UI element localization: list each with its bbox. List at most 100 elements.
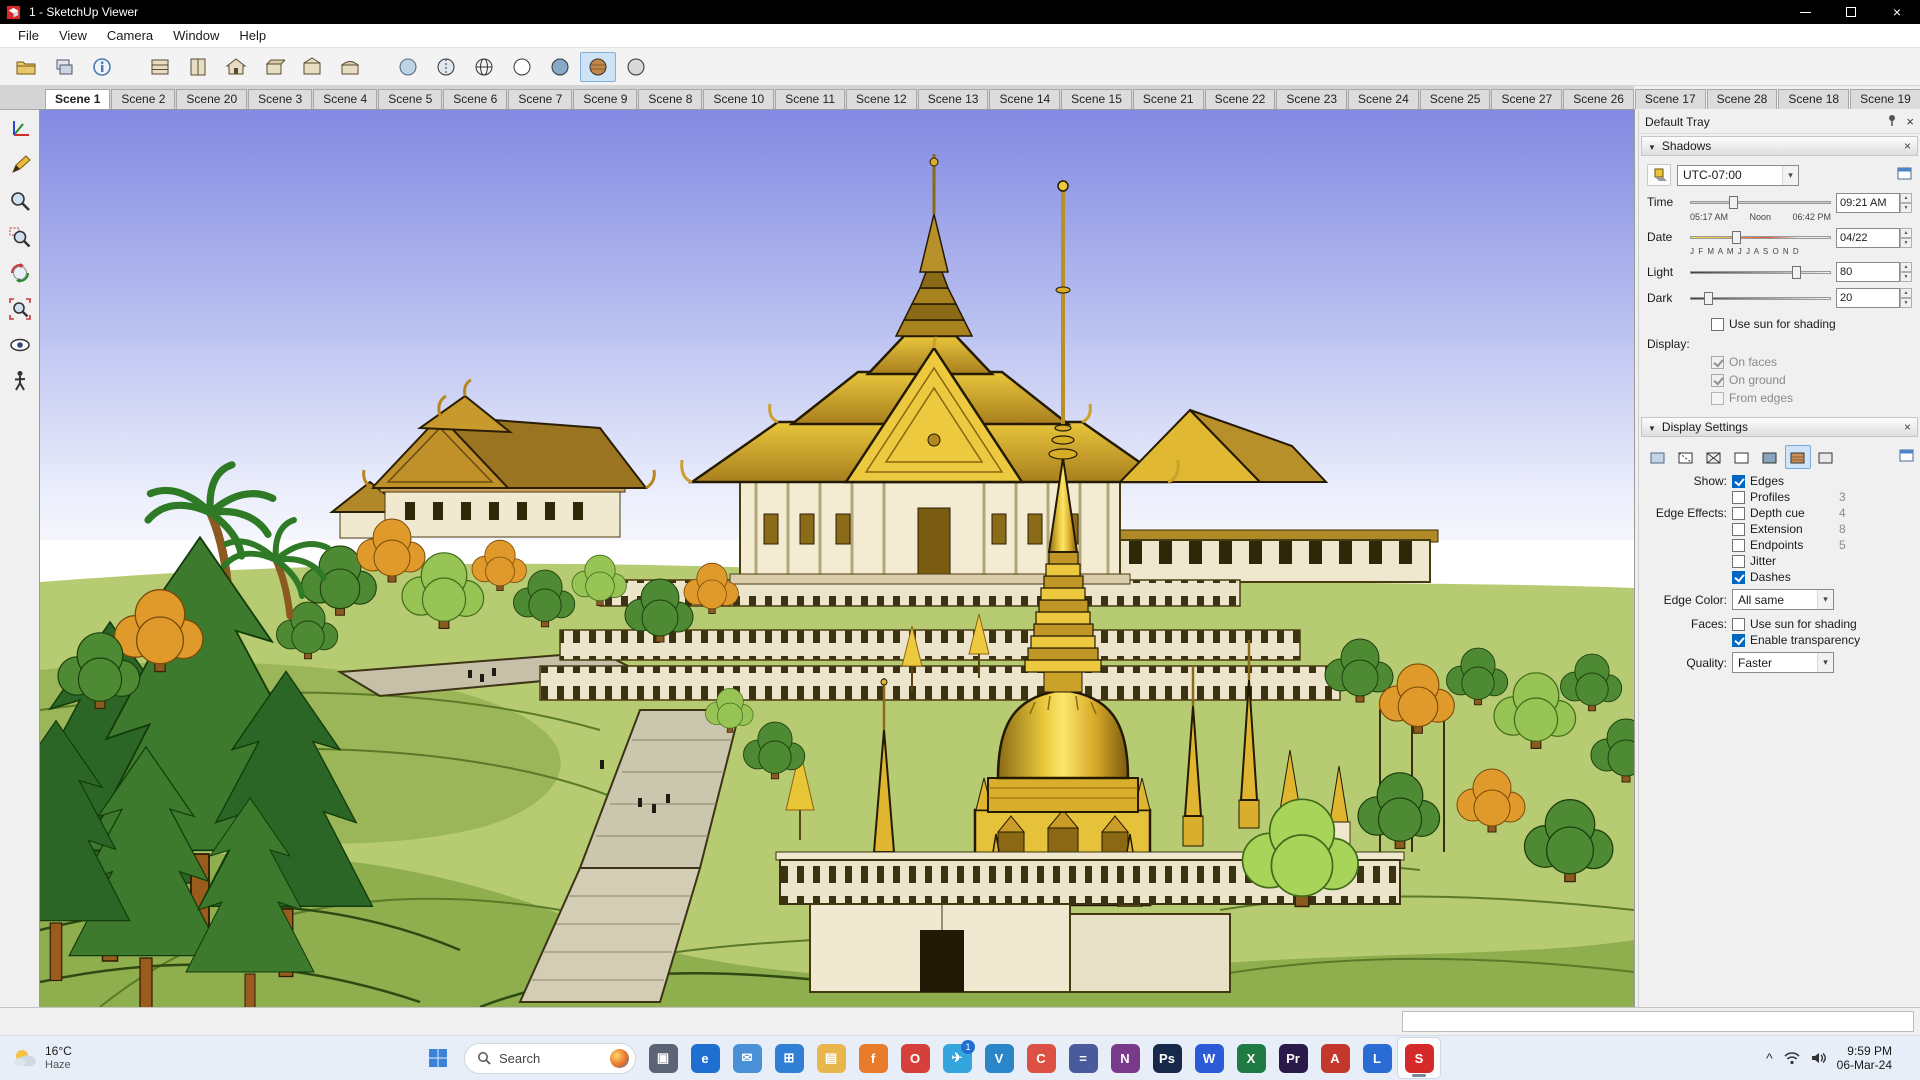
taskbar-clock[interactable]: 9:59 PM 06-Mar-24 bbox=[1837, 1044, 1892, 1073]
taskbar-weather-widget[interactable]: 16°C Haze bbox=[0, 1044, 150, 1071]
scene-tab[interactable]: Scene 10 bbox=[703, 89, 775, 109]
scene-tab[interactable]: Scene 25 bbox=[1419, 89, 1491, 109]
pencil-tool-icon[interactable] bbox=[3, 150, 37, 180]
style-shaded-textures-button[interactable] bbox=[580, 51, 616, 82]
light-slider-handle[interactable] bbox=[1791, 266, 1801, 279]
open-file-button[interactable] bbox=[8, 52, 44, 82]
use-sun-shading-checkbox[interactable] bbox=[1711, 317, 1724, 331]
enable-transparency-checkbox[interactable] bbox=[1732, 633, 1745, 647]
display-settings-close-icon[interactable]: × bbox=[1904, 420, 1911, 434]
pin-icon[interactable] bbox=[1886, 114, 1898, 129]
wifi-icon[interactable] bbox=[1783, 1051, 1801, 1065]
profiles-checkbox[interactable] bbox=[1732, 490, 1745, 504]
menu-item[interactable]: View bbox=[49, 26, 97, 45]
time-slider[interactable] bbox=[1690, 193, 1831, 211]
taskbar-app-icon[interactable]: ▣ bbox=[642, 1038, 684, 1078]
close-button[interactable]: × bbox=[1874, 0, 1920, 24]
scene-tab[interactable]: Scene 2 bbox=[111, 89, 176, 109]
scene-tab[interactable]: Scene 15 bbox=[1061, 89, 1132, 109]
light-slider[interactable] bbox=[1690, 263, 1831, 281]
menu-item[interactable]: Window bbox=[163, 26, 229, 45]
date-slider-handle[interactable] bbox=[1732, 231, 1742, 244]
maximize-button[interactable] bbox=[1828, 0, 1874, 24]
taskbar-app-icon[interactable]: V bbox=[978, 1038, 1020, 1078]
scene-tab[interactable]: Scene 20 bbox=[176, 89, 248, 109]
taskbar-app-icon[interactable]: S bbox=[1397, 1037, 1441, 1079]
quality-select[interactable]: Faster bbox=[1732, 652, 1834, 673]
dark-input[interactable]: 20 bbox=[1836, 288, 1900, 308]
axes-tool-icon[interactable] bbox=[3, 114, 37, 144]
style-shaded-textures-button[interactable] bbox=[1785, 445, 1811, 469]
from-edges-checkbox[interactable] bbox=[1711, 391, 1724, 405]
time-slider-handle[interactable] bbox=[1729, 196, 1739, 209]
style-xray-button[interactable] bbox=[390, 52, 426, 82]
taskbar-app-icon[interactable]: Ps bbox=[1146, 1038, 1188, 1078]
search-input[interactable]: Search bbox=[464, 1042, 636, 1074]
faces-use-sun-checkbox[interactable] bbox=[1732, 617, 1745, 631]
scene-tab[interactable]: Scene 13 bbox=[917, 89, 989, 109]
style-xray-button[interactable] bbox=[1645, 445, 1671, 469]
light-stepper[interactable] bbox=[1900, 262, 1912, 282]
model-info-button[interactable] bbox=[84, 52, 120, 82]
taskbar-app-icon[interactable]: A bbox=[1314, 1038, 1356, 1078]
on-faces-checkbox[interactable] bbox=[1711, 355, 1724, 369]
scene-tab[interactable]: Scene 24 bbox=[1348, 89, 1419, 109]
component-house-button[interactable] bbox=[218, 52, 254, 82]
scene-tab[interactable]: Scene 3 bbox=[248, 89, 313, 109]
style-monochrome-button[interactable] bbox=[1813, 445, 1839, 469]
hidden-icons-chevron[interactable] bbox=[1766, 1050, 1773, 1066]
component-cabinet-button[interactable] bbox=[180, 52, 216, 82]
scene-tab[interactable]: Scene 7 bbox=[508, 89, 573, 109]
scene-tab[interactable]: Scene 1 bbox=[45, 89, 111, 109]
component-drawers-button[interactable] bbox=[142, 52, 178, 82]
scene-tab[interactable]: Scene 9 bbox=[573, 89, 638, 109]
tray-close-icon[interactable]: × bbox=[1906, 114, 1914, 129]
dark-slider[interactable] bbox=[1690, 289, 1831, 307]
taskbar-app-icon[interactable]: N bbox=[1104, 1038, 1146, 1078]
shadows-section-header[interactable]: Shadows × bbox=[1641, 136, 1918, 156]
menu-item[interactable]: File bbox=[8, 26, 49, 45]
scene-tab[interactable]: Scene 11 bbox=[775, 89, 846, 109]
taskbar-app-icon[interactable]: C bbox=[1020, 1038, 1062, 1078]
shadows-close-icon[interactable]: × bbox=[1904, 139, 1911, 153]
extension-checkbox[interactable] bbox=[1732, 522, 1745, 536]
style-wireframe-button[interactable] bbox=[1701, 445, 1727, 469]
endpoints-checkbox[interactable] bbox=[1732, 538, 1745, 552]
orbit-tool-icon[interactable] bbox=[3, 258, 37, 288]
time-input[interactable]: 09:21 AM bbox=[1836, 193, 1900, 213]
zoom-tool-icon[interactable] bbox=[3, 186, 37, 216]
edge-color-select[interactable]: All same bbox=[1732, 589, 1834, 610]
style-hidden-line-button[interactable] bbox=[504, 52, 540, 82]
scene-tab[interactable]: Scene 26 bbox=[1563, 89, 1634, 109]
dark-stepper[interactable] bbox=[1900, 288, 1912, 308]
scene-tab[interactable]: Scene 5 bbox=[378, 89, 443, 109]
menu-item[interactable]: Camera bbox=[97, 26, 163, 45]
taskbar-app-icon[interactable]: e bbox=[684, 1038, 726, 1078]
taskbar-app-icon[interactable]: ⊞ bbox=[768, 1038, 810, 1078]
toggle-shadows-button[interactable] bbox=[1647, 164, 1671, 186]
taskbar-app-icon[interactable]: W bbox=[1188, 1038, 1230, 1078]
dark-slider-handle[interactable] bbox=[1704, 292, 1714, 305]
style-back-edges-button[interactable] bbox=[1673, 445, 1699, 469]
edges-checkbox[interactable] bbox=[1732, 474, 1745, 488]
style-back-edges-button[interactable] bbox=[428, 52, 464, 82]
scene-tab[interactable]: Scene 4 bbox=[313, 89, 378, 109]
scene-tab[interactable]: Scene 22 bbox=[1204, 89, 1276, 109]
taskbar-app-icon[interactable]: ✉ bbox=[726, 1038, 768, 1078]
style-shaded-button[interactable] bbox=[542, 52, 578, 82]
dashes-checkbox[interactable] bbox=[1732, 570, 1745, 584]
style-wireframe-button[interactable] bbox=[466, 52, 502, 82]
date-stepper[interactable] bbox=[1900, 228, 1912, 248]
jitter-checkbox[interactable] bbox=[1732, 554, 1745, 568]
measurements-box[interactable] bbox=[1402, 1011, 1914, 1032]
taskbar-app-icon[interactable]: O bbox=[894, 1038, 936, 1078]
scene-tab[interactable]: Scene 19 bbox=[1850, 89, 1920, 109]
taskbar-app-icon[interactable]: X bbox=[1230, 1038, 1272, 1078]
scene-tab[interactable]: Scene 12 bbox=[846, 89, 917, 109]
scene-tab[interactable]: Scene 27 bbox=[1491, 89, 1563, 109]
on-ground-checkbox[interactable] bbox=[1711, 373, 1724, 387]
shadow-details-icon[interactable] bbox=[1897, 167, 1912, 183]
depth-cue-checkbox[interactable] bbox=[1732, 506, 1745, 520]
taskbar-app-icon[interactable]: = bbox=[1062, 1038, 1104, 1078]
styles-details-icon[interactable] bbox=[1899, 449, 1914, 465]
